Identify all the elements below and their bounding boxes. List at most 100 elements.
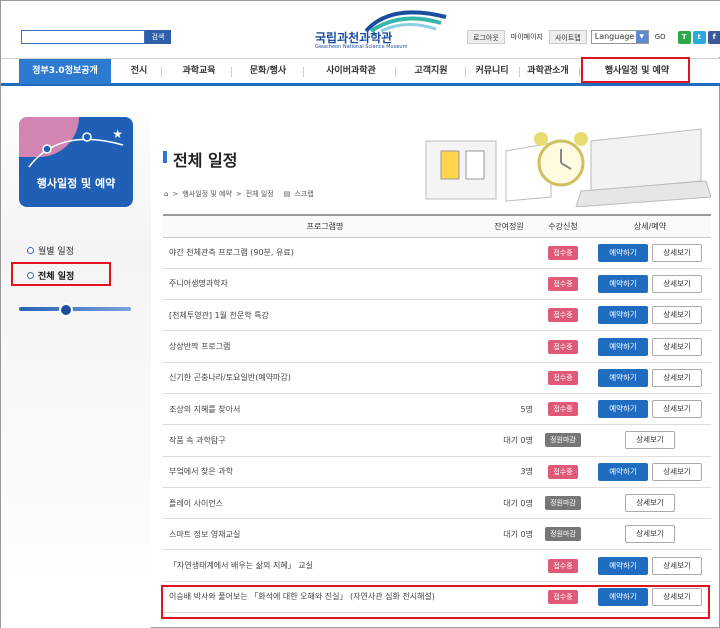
reserve-button[interactable]: 예약하기: [598, 274, 648, 293]
detail-button[interactable]: 상세보기: [652, 337, 702, 356]
constellation-icon: [28, 132, 124, 168]
table-header-row: 프로그램명 잔여정원 수강신청 상세/예약: [163, 214, 711, 238]
highlight-box: [161, 585, 710, 619]
status-badge: 접수중: [548, 308, 578, 323]
nav-item-culture[interactable]: 문화/행사: [239, 59, 297, 84]
nav-item-about[interactable]: 과학관소개: [523, 59, 573, 84]
remaining-seats: 5명: [481, 393, 537, 426]
program-name[interactable]: 스마트 정보 영재교실: [163, 518, 481, 551]
column-header: 상세/예약: [589, 214, 711, 238]
detail-button[interactable]: 상세보기: [652, 306, 702, 325]
breadcrumb-item[interactable]: 행사일정 및 예약: [182, 189, 232, 199]
remaining-seats: [481, 237, 537, 269]
sitemap-link[interactable]: 사이트맵: [548, 30, 587, 44]
reserve-button[interactable]: 예약하기: [598, 306, 648, 325]
status-badge: 정원마감: [545, 496, 581, 511]
chevron-down-icon: ▼: [635, 31, 648, 43]
table-row: 부엌에서 찾은 과학 3명 접수중 예약하기 상세보기: [163, 456, 711, 488]
remaining-seats: 3명: [481, 456, 537, 488]
decorative-slider: [19, 303, 131, 317]
status-badge: 정원마감: [545, 527, 581, 542]
status-badge: 접수중: [548, 464, 578, 479]
table-row: 스마트 정보 영재교실 대기 0명 정원마감 상세보기: [163, 518, 711, 551]
facebook-icon[interactable]: f: [707, 30, 720, 44]
sidebar-badge-label: 행사일정 및 예약: [36, 177, 116, 190]
detail-button[interactable]: 상세보기: [652, 400, 702, 419]
nav-item-exhibition[interactable]: 전시: [119, 59, 159, 84]
talk-icon[interactable]: T: [677, 30, 691, 44]
nav-item-gov30[interactable]: 정부3.0정보공개: [19, 59, 111, 84]
status-badge: 접수중: [548, 245, 578, 260]
detail-button[interactable]: 상세보기: [652, 243, 702, 262]
reserve-button[interactable]: 예약하기: [598, 337, 648, 356]
remaining-seats: 대기 0명: [481, 487, 537, 520]
program-name[interactable]: 「자연생태계에서 배우는 삶의 지혜」 교실: [163, 549, 481, 582]
table-row: 플레이 사이언스 대기 0명 정원마감 상세보기: [163, 487, 711, 520]
status-badge: 접수중: [548, 558, 578, 573]
page-title: 전체 일정: [173, 151, 238, 170]
program-name[interactable]: [천체투영관] 1월 천문학 특강: [163, 299, 481, 332]
remaining-seats: [481, 549, 537, 582]
remaining-seats: [481, 362, 537, 394]
column-header: 잔여정원: [481, 214, 537, 238]
nav-item-cyber[interactable]: 사이버과학관: [311, 59, 391, 84]
language-select[interactable]: Language ▼: [590, 30, 649, 44]
detail-button[interactable]: 상세보기: [625, 494, 675, 513]
detail-button[interactable]: 상세보기: [652, 462, 702, 481]
detail-button[interactable]: 상세보기: [652, 274, 702, 293]
program-name[interactable]: 주니어생명과학자: [163, 268, 481, 301]
remaining-seats: [481, 268, 537, 301]
scrap-link[interactable]: 스크랩: [294, 189, 313, 199]
search-input[interactable]: [21, 30, 145, 44]
table-row: [천체투영관] 1월 천문학 특강 접수중 예약하기 상세보기: [163, 299, 711, 332]
program-name[interactable]: 야간 천체관측 프로그램 (90분, 유료): [163, 237, 481, 269]
twitter-icon[interactable]: t: [692, 30, 706, 44]
remaining-seats: 대기 0명: [481, 518, 537, 551]
program-name[interactable]: 플레이 사이언스: [163, 487, 481, 520]
highlight-box: [11, 262, 111, 286]
status-badge: 접수중: [548, 370, 578, 385]
table-row: 신기한 곤충나라/토요일반(예약마감) 접수중 예약하기 상세보기: [163, 362, 711, 394]
program-name[interactable]: 신기한 곤충나라/토요일반(예약마감): [163, 362, 481, 394]
nav-item-support[interactable]: 고객지원: [401, 59, 461, 84]
detail-button[interactable]: 상세보기: [625, 431, 675, 450]
star-icon: ★: [112, 127, 123, 141]
detail-button[interactable]: 상세보기: [652, 556, 702, 575]
reserve-button[interactable]: 예약하기: [598, 368, 648, 387]
sidebar-item-monthly[interactable]: 월별 일정: [27, 244, 74, 257]
reserve-button[interactable]: 예약하기: [598, 462, 648, 481]
logout-link[interactable]: 로그아웃: [467, 30, 505, 44]
table-row: 조상의 지혜를 찾아서 5명 접수중 예약하기 상세보기: [163, 393, 711, 426]
program-name[interactable]: 상상반짝 프로그램: [163, 330, 481, 363]
remaining-seats: [481, 299, 537, 332]
table-row: 작품 속 과학탐구 대기 0명 정원마감 상세보기: [163, 424, 711, 457]
table-row: 「자연생태계에서 배우는 삶의 지혜」 교실 접수중 예약하기 상세보기: [163, 549, 711, 582]
reserve-button[interactable]: 예약하기: [598, 243, 648, 262]
detail-button[interactable]: 상세보기: [625, 525, 675, 544]
reserve-button[interactable]: 예약하기: [598, 556, 648, 575]
program-name[interactable]: 조상의 지혜를 찾아서: [163, 393, 481, 426]
highlight-box: [581, 57, 690, 83]
nav-divider: [303, 67, 304, 77]
home-icon[interactable]: ⌂: [164, 190, 168, 198]
status-badge: 접수중: [548, 402, 578, 417]
print-icon[interactable]: ▤: [284, 190, 291, 198]
status-badge: 접수중: [548, 339, 578, 354]
search-button[interactable]: 검색: [145, 30, 171, 44]
nav-item-education[interactable]: 과학교육: [171, 59, 227, 84]
nav-item-community[interactable]: 커뮤니티: [469, 59, 515, 84]
status-badge: 정원마감: [545, 433, 581, 448]
column-header: 프로그램명: [163, 214, 481, 238]
program-name[interactable]: 작품 속 과학탐구: [163, 424, 481, 457]
table-row: 주니어생명과학자 접수중 예약하기 상세보기: [163, 268, 711, 301]
nav-divider: [519, 67, 520, 77]
breadcrumb-item[interactable]: 전체 일정: [246, 189, 274, 199]
mypage-link[interactable]: 마이페이지: [509, 30, 545, 44]
site-logo[interactable]: 국립과천과학관 Gwacheon National Science Museum: [311, 7, 451, 50]
remaining-seats: 대기 0명: [481, 424, 537, 457]
program-name[interactable]: 부엌에서 찾은 과학: [163, 456, 481, 488]
status-badge: 접수중: [548, 276, 578, 291]
reserve-button[interactable]: 예약하기: [598, 400, 648, 419]
go-button[interactable]: GO: [653, 30, 668, 44]
detail-button[interactable]: 상세보기: [652, 368, 702, 387]
